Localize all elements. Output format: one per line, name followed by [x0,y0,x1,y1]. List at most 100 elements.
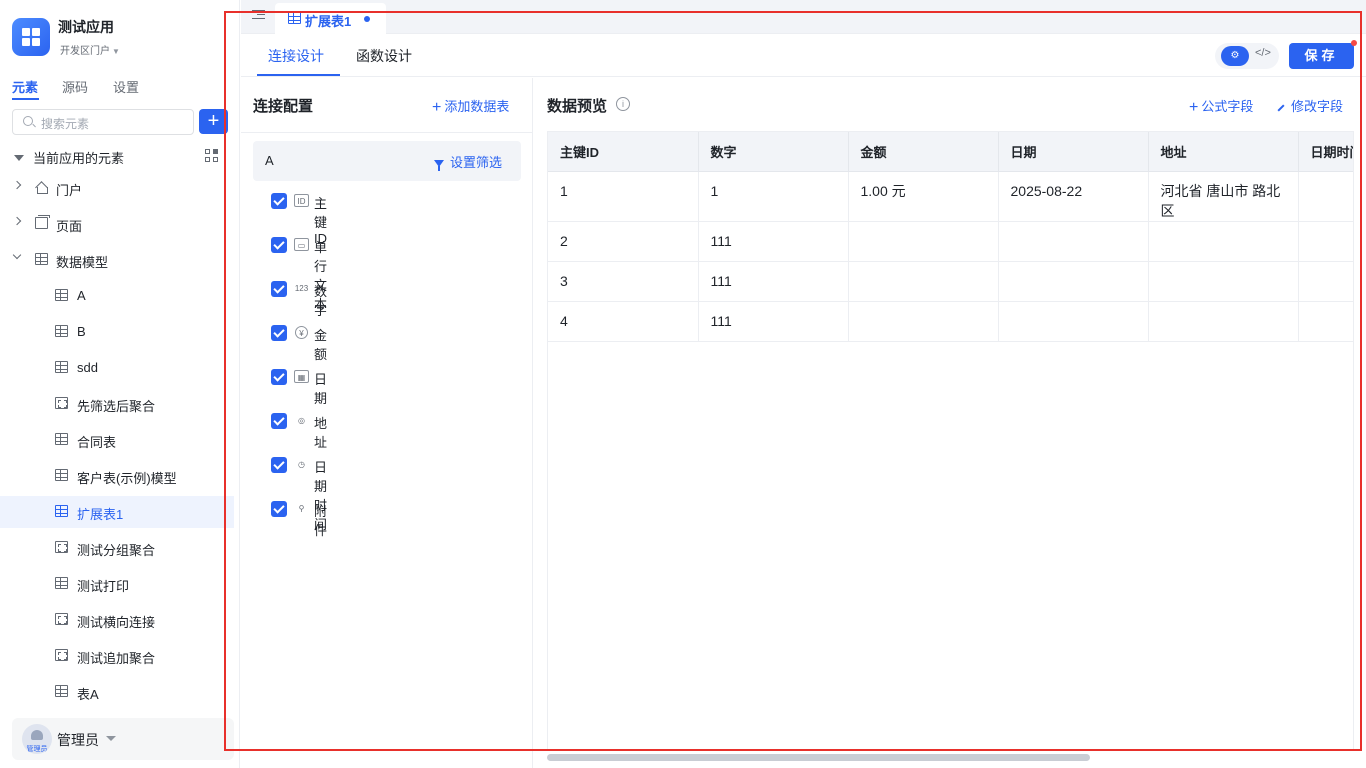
field-type-icon: ID [294,194,309,207]
tab-settings[interactable]: 设置 [113,77,139,96]
set-filter-button[interactable]: 设置筛选 [434,152,502,171]
tab-source[interactable]: 源码 [62,77,88,96]
table-cell: 111 [698,261,849,302]
edit-field-button[interactable]: 修改字段 [1277,96,1343,115]
add-element-button[interactable]: + [199,109,228,134]
app-logo-icon [12,18,50,56]
field-checkbox[interactable] [271,325,287,341]
tree-item-model[interactable]: 表A [0,676,234,708]
field-checkbox[interactable] [271,501,287,517]
column-header[interactable]: 地址 [1148,132,1299,172]
edit-icon [1277,104,1285,112]
tab-function-design[interactable]: 函数设计 [356,46,412,66]
tree-item-model[interactable]: 测试分组聚合 [0,532,234,564]
field-type-icon: ⚲ [298,504,305,513]
tree-item-label: 合同表 [77,435,117,450]
layout-toggle-icon[interactable] [205,149,218,162]
user-name: 管理员 [57,732,99,748]
formula-field-button[interactable]: + 公式字段 [1189,96,1253,117]
field-checkbox[interactable] [271,413,287,429]
tree-item-model[interactable]: 测试打印 [0,568,234,600]
tree-item-label: 客户表(示例)模型 [77,471,177,486]
table-icon [55,361,68,373]
tree-item-pages[interactable]: 页面 [0,208,234,240]
filter-icon [434,160,444,171]
add-table-label: 添加数据表 [444,99,510,114]
caret-down-icon [106,736,116,741]
portal-selector[interactable]: 开发区门户 ▼ [60,42,120,57]
table-row[interactable]: 2 111 [548,221,1353,262]
column-header[interactable]: 金额 [848,132,999,172]
aggregate-icon [55,613,68,625]
table-cell [1148,301,1299,342]
tree-item-model[interactable]: A [0,280,234,312]
table-row[interactable]: 1 1 1.00 元 2025-08-22 河北省 唐山市 路北区 [548,171,1353,222]
column-header[interactable]: 日期时间 [1298,132,1353,172]
divider [241,132,533,133]
tree-item-model[interactable]: 扩展表1 [0,496,234,528]
table-cell: 111 [698,301,849,342]
app-name: 测试应用 [58,19,114,35]
field-type-icon: ◎ [298,416,305,425]
aggregate-icon [55,649,68,661]
tab-join-design[interactable]: 连接设计 [268,46,324,66]
search-placeholder: 搜索元素 [41,117,90,131]
tree-item-model[interactable]: 客户表(示例)模型 [0,460,234,492]
tree-item-portal[interactable]: 门户 [0,172,234,204]
tab-extension-table[interactable]: 扩展表1 [275,3,386,35]
tree-item-model[interactable]: 测试追加聚合 [0,640,234,672]
tab-label: 扩展表1 [305,14,352,29]
column-header[interactable]: 数字 [698,132,849,172]
tab-elements[interactable]: 元素 [12,77,38,96]
code-mode-icon[interactable]: </> [1255,47,1271,59]
user-menu[interactable]: 管理员 管理员 [12,718,234,760]
column-header[interactable]: 日期 [998,132,1149,172]
tree-item-label: 测试横向连接 [77,615,156,630]
horizontal-scrollbar[interactable] [547,754,1090,761]
set-filter-label: 设置筛选 [450,155,503,170]
active-tab-indicator [12,98,39,100]
table-header-row: 主键ID数字金额日期地址日期时间 [548,132,1353,172]
field-label: 地址 [314,416,328,450]
source-table-header: A 设置筛选 [253,141,521,181]
field-checkbox[interactable] [271,369,287,385]
table-cell [1298,171,1353,222]
tree-item-data-models[interactable]: 数据模型 [0,244,234,276]
table-icon [55,325,68,337]
save-button[interactable]: 保存 [1289,43,1354,69]
search-input[interactable]: 搜索元素 [12,109,194,135]
table-row[interactable]: 3 111 [548,261,1353,302]
info-icon[interactable]: i [616,97,630,111]
collapse-sidebar-icon[interactable] [252,9,265,21]
tree-item-model[interactable]: 合同表 [0,424,234,456]
avatar-badge: 管理员 [26,746,48,753]
field-checkbox[interactable] [271,193,287,209]
portal-name: 开发区门户 [60,46,110,57]
field-checkbox[interactable] [271,237,287,253]
aggregate-icon [55,397,68,409]
plus-icon: + [1189,99,1199,116]
view-mode-switch[interactable]: ⚙ </> [1215,43,1279,69]
tree-section-header[interactable]: 当前应用的元素 [14,148,124,167]
table-icon [288,12,301,24]
plus-icon: + [432,99,442,116]
table-cell: 1 [548,171,699,222]
edit-field-label: 修改字段 [1291,99,1344,114]
field-checkbox[interactable] [271,281,287,297]
field-checkbox[interactable] [271,457,287,473]
tree-item-model[interactable]: 测试横向连接 [0,604,234,636]
tree-item-model[interactable]: 先筛选后聚合 [0,388,234,420]
table-row[interactable]: 4 111 [548,301,1353,342]
tree-item-model[interactable]: B [0,316,234,348]
column-header[interactable]: 主键ID [548,132,699,172]
tree-item-model[interactable]: sdd [0,352,234,384]
source-table-name: A [265,153,274,168]
sidebar: 测试应用 开发区门户 ▼ 元素 源码 设置 搜索元素 + 当前应用的元素 门户 页… [0,0,240,768]
add-table-button[interactable]: + 添加数据表 [432,96,509,117]
field-label: 数字 [314,284,328,318]
tree-item-label: 页面 [56,219,83,234]
table-cell: 3 [548,261,699,302]
chevron-right-icon [12,180,22,190]
field-type-icon: ▦ [294,370,309,383]
settings-mode-icon[interactable]: ⚙ [1221,46,1249,66]
